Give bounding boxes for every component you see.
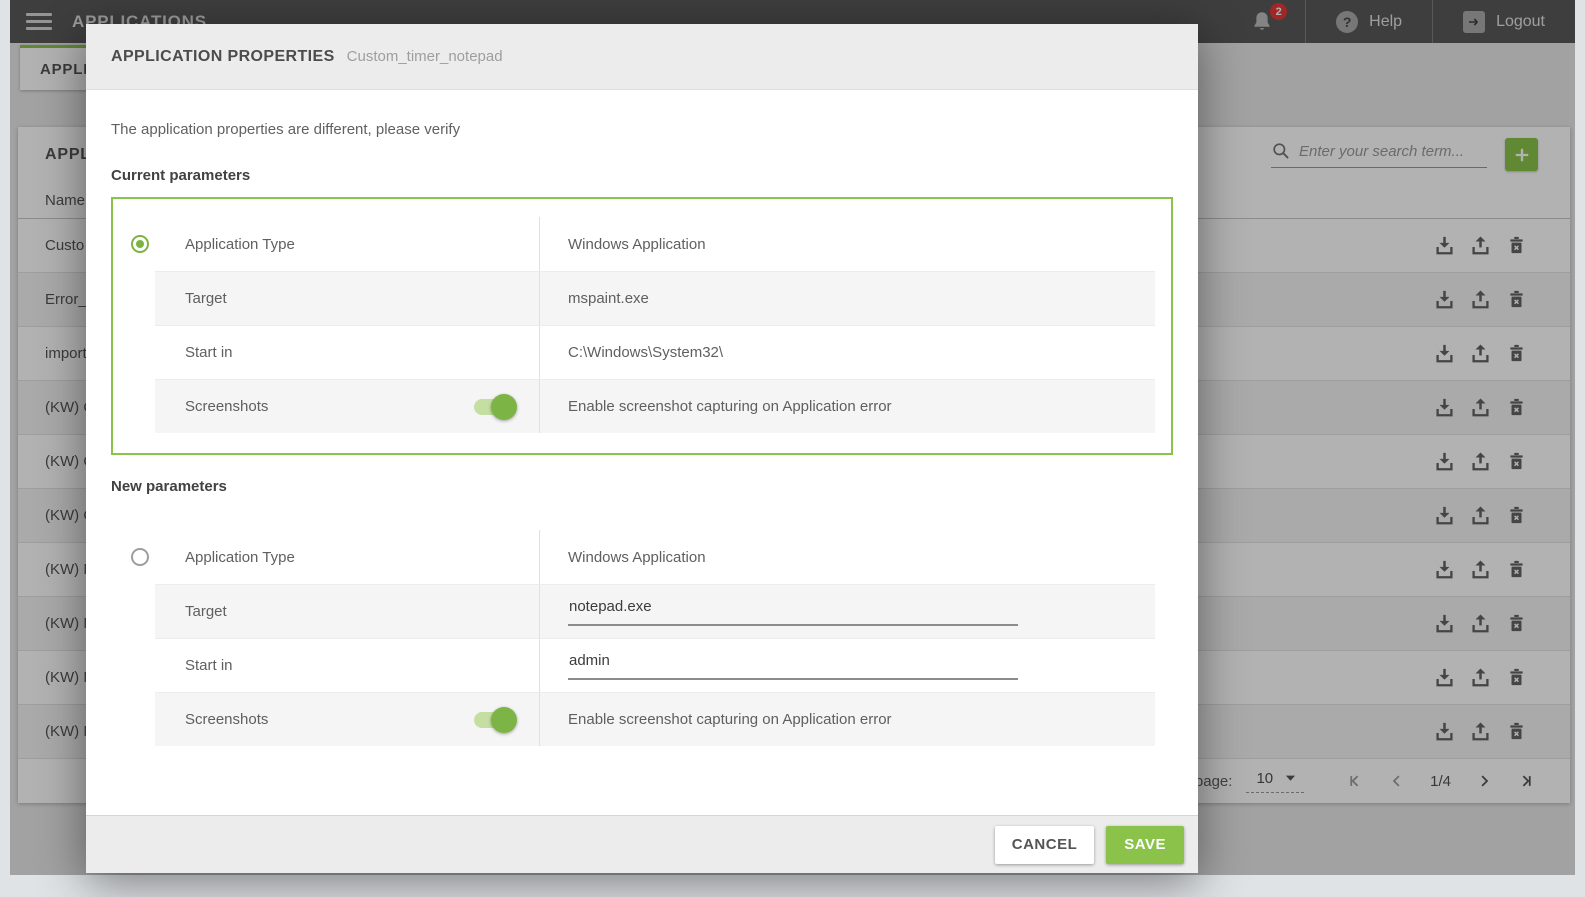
dialog-title: APPLICATION PROPERTIES <box>111 48 335 66</box>
save-button[interactable]: SAVE <box>1106 826 1184 864</box>
current-parameters-table: Application Type Windows Application Tar… <box>155 217 1155 433</box>
new-parameters-box: Application Type Windows Application Tar… <box>111 510 1173 768</box>
application-type-label: Application Type <box>185 236 295 253</box>
dialog-subtitle: Custom_timer_notepad <box>347 48 503 65</box>
new-screenshots-toggle[interactable] <box>474 712 514 728</box>
new-application-type-value: Windows Application <box>568 549 706 566</box>
new-start-in-input[interactable]: admin <box>568 652 1018 680</box>
dialog-body: The application properties are different… <box>86 121 1198 768</box>
current-application-type-value: Windows Application <box>568 236 706 253</box>
param-row-application-type: Application Type Windows Application <box>155 530 1155 584</box>
param-row-screenshots: Screenshots Enable screenshot capturing … <box>155 379 1155 433</box>
current-parameters-radio[interactable] <box>131 235 149 253</box>
target-label: Target <box>185 603 227 620</box>
application-type-label: Application Type <box>185 549 295 566</box>
new-parameters-table: Application Type Windows Application Tar… <box>155 530 1155 746</box>
toggle-knob <box>491 707 517 733</box>
current-parameters-box: Application Type Windows Application Tar… <box>111 197 1173 455</box>
current-start-in-value: C:\Windows\System32\ <box>568 344 723 361</box>
new-parameters-radio[interactable] <box>131 548 149 566</box>
cancel-button[interactable]: CANCEL <box>995 826 1095 864</box>
screenshots-label: Screenshots <box>185 711 268 728</box>
param-row-target: Target mspaint.exe <box>155 271 1155 325</box>
param-row-start-in: Start in admin <box>155 638 1155 692</box>
current-screenshots-toggle[interactable] <box>474 399 514 415</box>
param-row-screenshots: Screenshots Enable screenshot capturing … <box>155 692 1155 746</box>
current-screenshots-description: Enable screenshot capturing on Applicati… <box>568 398 892 415</box>
dialog-footer: CANCEL SAVE <box>86 815 1198 873</box>
screenshots-label: Screenshots <box>185 398 268 415</box>
param-row-target: Target notepad.exe <box>155 584 1155 638</box>
param-row-application-type: Application Type Windows Application <box>155 217 1155 271</box>
param-row-start-in: Start in C:\Windows\System32\ <box>155 325 1155 379</box>
toggle-knob <box>491 394 517 420</box>
current-target-value: mspaint.exe <box>568 290 649 307</box>
target-label: Target <box>185 290 227 307</box>
verify-message: The application properties are different… <box>111 121 1173 138</box>
application-properties-dialog: APPLICATION PROPERTIES Custom_timer_note… <box>86 24 1198 873</box>
start-in-label: Start in <box>185 344 233 361</box>
dialog-header: APPLICATION PROPERTIES Custom_timer_note… <box>86 24 1198 90</box>
start-in-label: Start in <box>185 657 233 674</box>
new-parameters-label: New parameters <box>111 478 1173 495</box>
current-parameters-label: Current parameters <box>111 167 1173 184</box>
new-target-input[interactable]: notepad.exe <box>568 598 1018 626</box>
new-screenshots-description: Enable screenshot capturing on Applicati… <box>568 711 892 728</box>
